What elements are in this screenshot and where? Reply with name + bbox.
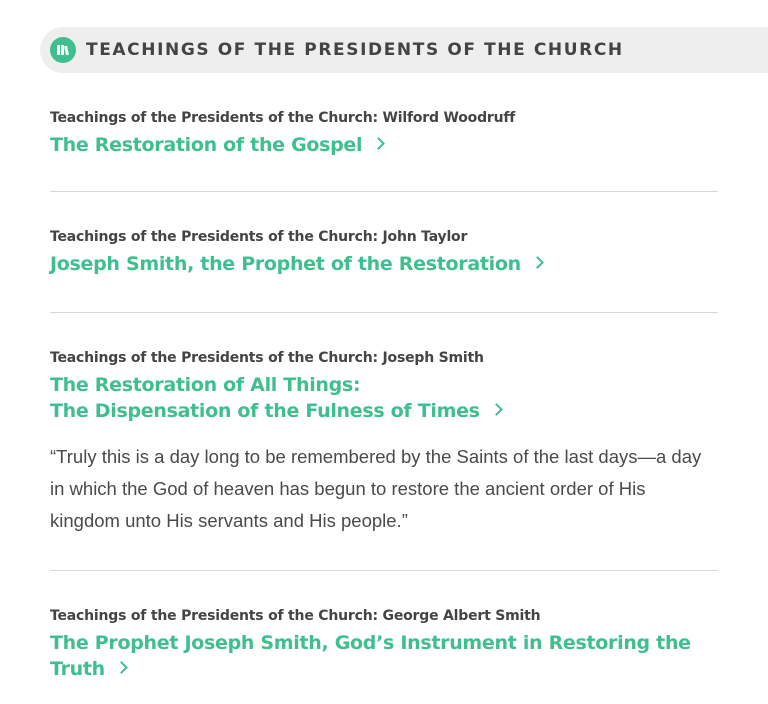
entry-link-joseph-smith-prophet[interactable]: Joseph Smith, the Prophet of the Restora… bbox=[50, 251, 544, 277]
entry-title: Joseph Smith, the Prophet of the Restora… bbox=[50, 253, 521, 275]
entry-title-line-2: The Dispensation of the Fulness of Times bbox=[50, 400, 480, 422]
divider bbox=[50, 191, 718, 192]
list-item: Teachings of the Presidents of the Churc… bbox=[50, 350, 718, 366]
entry-link-prophet-joseph-smith-instrument[interactable]: The Prophet Joseph Smith, God’s Instrume… bbox=[50, 630, 691, 682]
entry-source: Teachings of the Presidents of the Churc… bbox=[50, 350, 484, 366]
divider bbox=[50, 570, 718, 571]
entry-quote: “Truly this is a day long to be remember… bbox=[50, 446, 702, 531]
entry-source: Teachings of the Presidents of the Churc… bbox=[50, 608, 541, 624]
entry-title-line-1: The Restoration of All Things: bbox=[50, 374, 361, 396]
list-item: Teachings of the Presidents of the Churc… bbox=[50, 110, 718, 126]
chevron-right-icon bbox=[115, 661, 128, 674]
chevron-right-icon bbox=[372, 137, 386, 150]
entry-title-line-2: Truth bbox=[50, 658, 105, 680]
entry-source: Teachings of the Presidents of the Churc… bbox=[50, 229, 468, 245]
entry-link-restoration-of-gospel[interactable]: The Restoration of the Gospel bbox=[50, 132, 386, 158]
book-icon bbox=[50, 37, 76, 63]
section-title: TEACHINGS OF THE PRESIDENTS OF THE CHURC… bbox=[86, 40, 624, 60]
entry-source: Teachings of the Presidents of the Churc… bbox=[50, 110, 516, 126]
chevron-right-icon bbox=[489, 403, 503, 416]
divider bbox=[50, 312, 718, 313]
section-header: TEACHINGS OF THE PRESIDENTS OF THE CHURC… bbox=[40, 27, 768, 73]
list-item: Teachings of the Presidents of the Churc… bbox=[50, 608, 718, 624]
list-item: Teachings of the Presidents of the Churc… bbox=[50, 229, 718, 245]
entry-title: The Restoration of the Gospel bbox=[50, 134, 363, 156]
chevron-right-icon bbox=[530, 256, 544, 269]
entry-link-restoration-of-all-things[interactable]: The Restoration of All Things: The Dispe… bbox=[50, 372, 503, 424]
entry-title-line-1: The Prophet Joseph Smith, God’s Instrume… bbox=[50, 632, 691, 654]
